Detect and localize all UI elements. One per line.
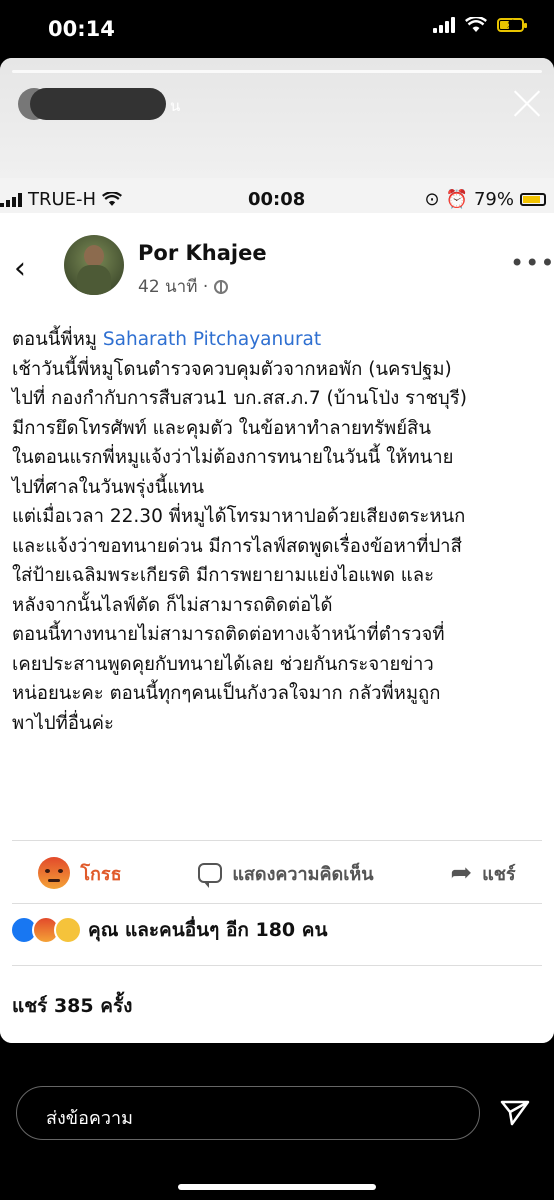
device-status-icons: ⚡ <box>433 17 527 33</box>
screenshot-time: 00:08 <box>248 189 306 210</box>
story-progress-bar <box>12 70 542 73</box>
share-button[interactable]: ➦ แชร์ <box>450 858 515 888</box>
orientation-lock-icon: ⊙ <box>424 189 440 210</box>
author-avatar[interactable] <box>64 235 124 295</box>
back-arrow-icon[interactable]: ‹ <box>14 251 26 286</box>
story-card: น TRUE-H 00:08 ⊙ ⏰ 79% ‹ Por Khajee 42 น… <box>0 58 554 1043</box>
post-line: และแจ้งว่าขอทนายด่วน มีการไลฟ์สดพูดเรื่อ… <box>12 535 462 557</box>
comment-icon <box>198 863 223 888</box>
battery-percent: 79% <box>473 189 514 210</box>
facebook-post: ‹ Por Khajee 42 นาที · ••• ตอนนี้พี่หมู … <box>0 213 554 1043</box>
cellular-signal-icon <box>433 17 455 33</box>
angry-emoji-icon <box>38 857 71 889</box>
post-line: ใส่ป้ายเฉลิมพระเกียรติ มีการพยายามแย่งไอ… <box>12 565 435 586</box>
more-options-icon[interactable]: ••• <box>510 249 554 277</box>
reactions-summary[interactable]: คุณ และคนอื่นๆ อีก 180 คน <box>10 915 327 945</box>
device-time: 00:14 <box>48 17 115 41</box>
post-line: พาไปที่อื่นค่ะ <box>12 712 114 734</box>
post-line: เคยประสานพูดคุยกับทนายได้เลย ช่วยกันกระจ… <box>12 653 434 675</box>
post-line: เช้าวันนี้พี่หมูโดนตำรวจควบคุมตัวจากหอพั… <box>12 358 452 380</box>
post-line: แต่เมื่อเวลา 22.30 พี่หมูได้โทรมาหาปอด้ว… <box>12 506 466 527</box>
alarm-icon: ⏰ <box>445 189 468 210</box>
reactions-text: คุณ และคนอื่นๆ อีก 180 คน <box>88 919 328 941</box>
react-label: โกรธ <box>80 863 122 885</box>
battery-charging-icon: ⚡ <box>497 17 527 32</box>
author-name[interactable]: Por Khajee <box>138 241 267 265</box>
post-line: หน่อยนะคะ ตอนนี้ทุกๆคนเป็นกังวลใจมาก กลั… <box>12 683 441 704</box>
wifi-icon <box>465 17 487 32</box>
divider <box>12 903 542 904</box>
post-line: ในตอนแรกพี่หมูแจ้งว่าไม่ต้องการทนายในวัน… <box>12 447 454 468</box>
cellular-signal-icon <box>0 192 22 207</box>
mention-link[interactable]: Saharath Pitchayanurat <box>103 329 321 350</box>
message-placeholder: ส่งข้อความ <box>46 1108 134 1129</box>
post-time[interactable]: 42 นาที · <box>138 273 208 300</box>
post-actions: โกรธ แสดงความคิดเห็น ➦ แชร์ <box>0 843 554 903</box>
comment-label: แสดงความคิดเห็น <box>232 863 374 885</box>
post-line: หลังจากนั้นไลฟ์ตัด ก็ไม่สามารถติดต่อได้ <box>12 594 333 616</box>
post-meta: 42 นาที · <box>138 273 229 300</box>
story-username-suffix: น <box>170 97 181 115</box>
home-indicator <box>178 1184 376 1190</box>
share-count[interactable]: แชร์ 385 ครั้ง <box>12 991 132 1021</box>
comment-button[interactable]: แสดงความคิดเห็น <box>198 859 374 888</box>
care-reaction-icon <box>54 916 82 944</box>
close-icon[interactable] <box>512 88 542 118</box>
share-icon: ➦ <box>450 858 473 888</box>
globe-icon <box>214 279 229 294</box>
post-line: ไปที่ศาลในวันพรุ่งนี้แทน <box>12 476 205 498</box>
send-icon[interactable] <box>498 1096 532 1130</box>
screenshot-status-bar: TRUE-H 00:08 ⊙ ⏰ 79% <box>0 186 554 214</box>
divider <box>12 840 542 841</box>
post-line: มีการยึดโทรศัพท์ และคุมตัว ในข้อหาทำลายท… <box>12 417 431 439</box>
redacted-username <box>30 88 166 120</box>
share-label: แชร์ <box>482 863 516 885</box>
carrier-name: TRUE-H <box>28 189 97 210</box>
react-button[interactable]: โกรธ <box>38 857 122 889</box>
wifi-icon <box>102 192 123 206</box>
divider <box>12 965 542 966</box>
post-line: ตอนนี้ทางทนายไม่สามารถติดต่อทางเจ้าหน้าท… <box>12 624 445 645</box>
post-body: ตอนนี้พี่หมู Saharath Pitchayanurat เช้า… <box>12 325 548 738</box>
post-line: ไปที่ กองกำกับการสืบสวน1 บก.สส.ภ.7 (บ้าน… <box>12 388 467 409</box>
post-line: ตอนนี้พี่หมู Saharath Pitchayanurat <box>12 329 322 350</box>
battery-icon <box>520 193 546 206</box>
